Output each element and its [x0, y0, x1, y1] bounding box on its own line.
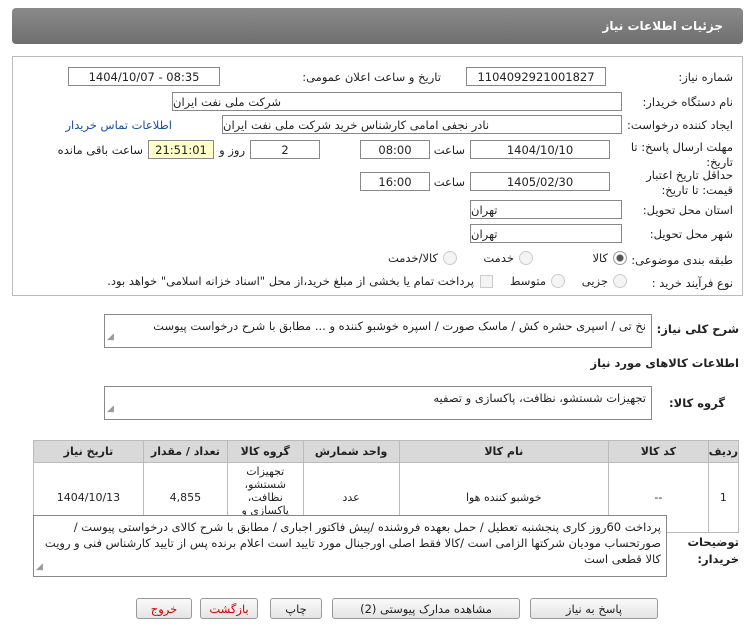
- resize-handle-icon[interactable]: ◢: [36, 559, 43, 575]
- page-header: جزئیات اطلاعات نیاز: [12, 8, 743, 44]
- city-label: شهر محل تحویل:: [649, 227, 733, 241]
- creator-label: ایجاد کننده درخواست:: [627, 118, 733, 132]
- price-validity-time-label: ساعت: [433, 175, 465, 189]
- goods-group-textarea: تجهیزات شستشو، نظافت، پاکسازی و تصفیه ◢: [104, 386, 652, 420]
- buyer-notes-label: توضیحات خریدار:: [687, 535, 740, 566]
- col-unit: واحد شمارش: [302, 440, 400, 463]
- col-name: نام کالا: [398, 440, 610, 463]
- purchase-option-minor[interactable]: جزیی: [582, 274, 627, 288]
- summary-textarea: نخ تی / اسپری حشره کش / ماسک صورت / اسپر…: [104, 314, 652, 348]
- goods-group-label: گروه کالا:: [669, 396, 725, 410]
- announce-label: تاریخ و ساعت اعلان عمومی:: [302, 70, 441, 84]
- contact-buyer-link[interactable]: اطلاعات تماس خریدار: [65, 118, 172, 132]
- price-validity-label: حداقل تاریخ اعتبار قیمت: تا تاریخ:: [646, 168, 733, 197]
- cell-row: 1: [707, 462, 740, 533]
- price-validity-date-field: 1405/02/30: [470, 172, 610, 191]
- days-field: 2: [250, 140, 320, 159]
- col-group: گروه کالا: [226, 440, 304, 463]
- deadline-time-field: 08:00: [360, 140, 430, 159]
- remaining-time-field: 21:51:01: [148, 140, 214, 159]
- col-row: ردیف: [707, 440, 740, 463]
- buyer-notes-text: پرداخت 60روز کاری پنجشنبه تعطیل / حمل بع…: [44, 520, 661, 566]
- category-option-goods[interactable]: کالا: [592, 251, 627, 265]
- resize-handle-icon[interactable]: ◢: [107, 401, 114, 418]
- reply-button[interactable]: پاسخ به نیاز: [530, 598, 658, 619]
- back-button[interactable]: بازگشت: [200, 598, 258, 619]
- category-label: طبقه بندی موضوعی:: [631, 253, 733, 267]
- days-label: روز و: [219, 143, 245, 157]
- radio-icon[interactable]: [519, 251, 533, 265]
- resize-handle-icon[interactable]: ◢: [107, 329, 114, 346]
- col-code: کد کالا: [608, 440, 709, 463]
- need-number-label: شماره نیاز:: [678, 70, 733, 84]
- action-bar: پاسخ به نیاز مشاهده مدارک پیوستی (2) چاپ…: [0, 598, 755, 622]
- announce-field: 1404/10/07 - 08:35: [68, 67, 220, 86]
- view-attachments-button[interactable]: مشاهده مدارک پیوستی (2): [332, 598, 520, 619]
- print-button[interactable]: چاپ: [270, 598, 322, 619]
- summary-text: نخ تی / اسپری حشره کش / ماسک صورت / اسپر…: [153, 319, 646, 333]
- purchase-type-label: نوع فرآیند خرید :: [651, 276, 733, 290]
- treasury-payment-option[interactable]: پرداخت تمام یا بخشی از مبلغ خرید،از محل …: [107, 274, 493, 288]
- radio-icon[interactable]: [443, 251, 457, 265]
- buyer-notes-textarea: پرداخت 60روز کاری پنجشنبه تعطیل / حمل بع…: [33, 515, 667, 577]
- city-field: تهران: [470, 224, 622, 243]
- deadline-label: مهلت ارسال پاسخ: تا تاریخ:: [630, 140, 733, 169]
- buyer-org-label: نام دستگاه خریدار:: [642, 95, 733, 109]
- category-option-both[interactable]: کالا/خدمت: [388, 251, 457, 265]
- table-header-row: ردیف کد کالا نام کالا واحد شمارش گروه کا…: [33, 440, 740, 463]
- goods-group-text: تجهیزات شستشو، نظافت، پاکسازی و تصفیه: [433, 391, 646, 405]
- deadline-time-label: ساعت: [433, 143, 465, 157]
- summary-label: شرح کلی نیاز:: [656, 322, 739, 336]
- purchase-option-medium[interactable]: متوسط: [510, 274, 565, 288]
- col-qty: تعداد / مقدار: [142, 440, 228, 463]
- col-date: تاریخ نیاز: [33, 440, 144, 463]
- creator-field: نادر نجفی امامی کارشناس خرید شرکت ملی نف…: [222, 115, 622, 134]
- need-number-field: 1104092921001827: [466, 67, 606, 86]
- radio-icon[interactable]: [551, 274, 565, 288]
- province-label: استان محل تحویل:: [642, 203, 733, 217]
- radio-icon[interactable]: [613, 274, 627, 288]
- goods-section-title: اطلاعات کالاهای مورد نیاز: [590, 356, 739, 370]
- page-title: جزئیات اطلاعات نیاز: [602, 19, 723, 33]
- remaining-label: ساعت باقی مانده: [57, 143, 143, 157]
- province-field: تهران: [470, 200, 622, 219]
- checkbox-icon[interactable]: [480, 274, 493, 288]
- deadline-date-field: 1404/10/10: [470, 140, 610, 159]
- category-option-service[interactable]: خدمت: [483, 251, 533, 265]
- buyer-org-field: شرکت ملی نفت ایران: [172, 92, 622, 111]
- exit-button[interactable]: خروج: [136, 598, 192, 619]
- radio-icon[interactable]: [613, 251, 627, 265]
- price-validity-time-field: 16:00: [360, 172, 430, 191]
